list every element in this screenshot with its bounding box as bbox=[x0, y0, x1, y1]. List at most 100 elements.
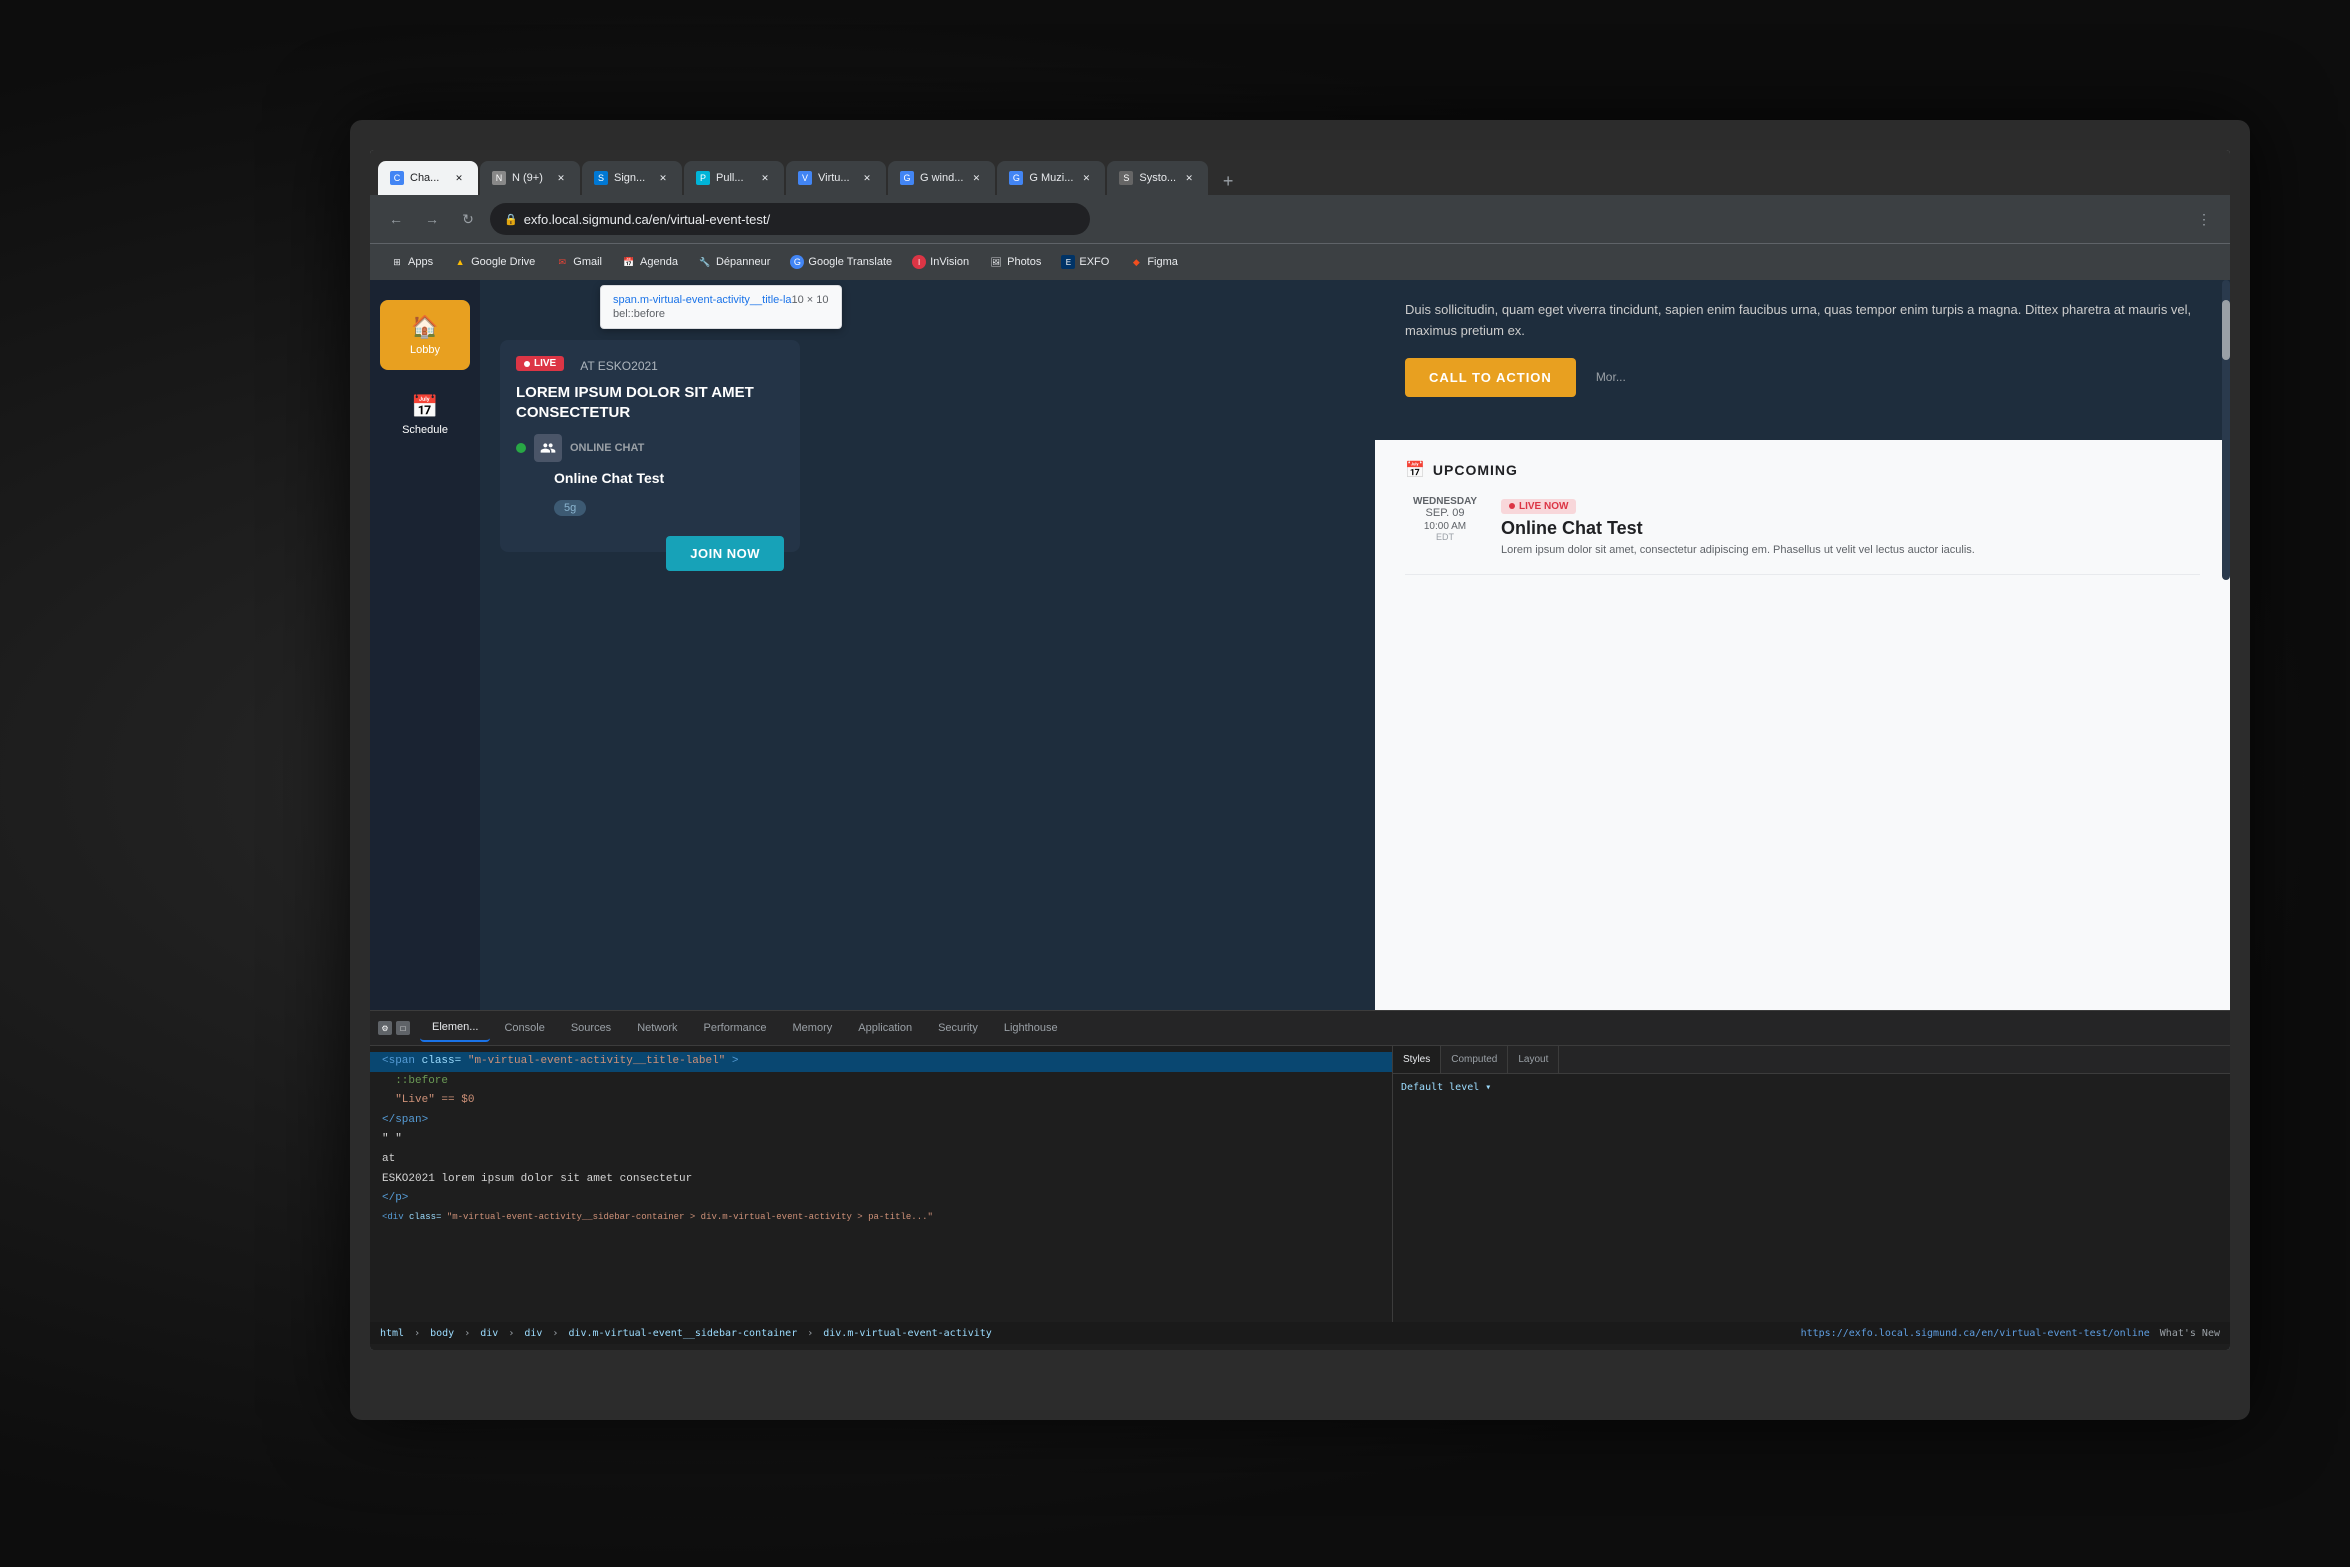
monitor-frame: C Cha... ✕ N N (9+) ✕ S Sign... ✕ P Pull… bbox=[350, 120, 2250, 1420]
tab-gwind[interactable]: G G wind... ✕ bbox=[888, 161, 995, 195]
sidebar-item-schedule[interactable]: 📅 Schedule bbox=[380, 380, 470, 450]
devtools-tab-application[interactable]: Application bbox=[846, 1014, 924, 1042]
devtools-whatsnew[interactable]: What's New bbox=[2160, 1328, 2220, 1339]
devtools-tab-elements[interactable]: Elemen... bbox=[420, 1014, 490, 1042]
bookmark-label-agenda: Agenda bbox=[640, 256, 678, 268]
devtools-tab-performance[interactable]: Performance bbox=[692, 1014, 779, 1042]
tab-favicon-sign: S bbox=[594, 171, 608, 185]
devtools-sec-tab-computed[interactable]: Computed bbox=[1441, 1046, 1508, 1073]
tab-close-systo[interactable]: ✕ bbox=[1182, 171, 1196, 185]
html-line-esko: ESKO2021 lorem ipsum dolor sit amet cons… bbox=[370, 1170, 1392, 1190]
devtools-sec-tab-styles[interactable]: Styles bbox=[1393, 1046, 1441, 1073]
scroll-indicator[interactable] bbox=[2222, 280, 2230, 580]
bookmark-googletranslate[interactable]: G Google Translate bbox=[782, 250, 900, 274]
bookmark-label-photos: Photos bbox=[1007, 256, 1041, 268]
bookmark-depanneur[interactable]: 🔧 Dépanneur bbox=[690, 250, 778, 274]
devtools-icon2: □ bbox=[396, 1021, 410, 1035]
tab-gmuzi[interactable]: G G Muzi... ✕ bbox=[997, 161, 1105, 195]
devtools-html-panel: <span class= "m-virtual-event-activity__… bbox=[370, 1046, 1393, 1322]
tab-systo[interactable]: S Systo... ✕ bbox=[1107, 161, 1208, 195]
event-details: LIVE NOW Online Chat Test Lorem ipsum do… bbox=[1501, 496, 1975, 558]
html-line-live: "Live" == $0 bbox=[370, 1091, 1392, 1111]
calendar-icon: 📅 bbox=[1405, 460, 1425, 480]
event-edt: EDT bbox=[1405, 532, 1485, 542]
tab-virtu[interactable]: V Virtu... ✕ bbox=[786, 161, 886, 195]
tab-close-pull[interactable]: ✕ bbox=[758, 171, 772, 185]
upcoming-title: UPCOMING bbox=[1433, 462, 1518, 478]
new-tab-button[interactable]: + bbox=[1214, 167, 1242, 195]
bookmark-label-googletranslate: Google Translate bbox=[808, 256, 892, 268]
bookmark-googledrive[interactable]: ▲ Google Drive bbox=[445, 250, 543, 274]
tab-bar: C Cha... ✕ N N (9+) ✕ S Sign... ✕ P Pull… bbox=[370, 150, 2230, 195]
bookmark-agenda[interactable]: 📅 Agenda bbox=[614, 250, 686, 274]
bookmark-favicon-figma: ◆ bbox=[1129, 255, 1143, 269]
devtools-tab-sources[interactable]: Sources bbox=[559, 1014, 623, 1042]
tab-label-gwind: G wind... bbox=[920, 172, 963, 184]
activity-title: LOREM IPSUM DOLOR SIT AMET CONSECTETUR bbox=[516, 383, 784, 422]
breadcrumb-sep1: › bbox=[414, 1328, 420, 1339]
address-bar[interactable]: 🔒 exfo.local.sigmund.ca/en/virtual-event… bbox=[490, 203, 1090, 235]
sidebar-label-schedule: Schedule bbox=[402, 424, 448, 436]
devtools-styles-panel: Styles Computed Layout Default level ▾ bbox=[1393, 1046, 2230, 1322]
live-badge: LIVE bbox=[516, 356, 564, 371]
bookmark-favicon-depanneur: 🔧 bbox=[698, 255, 712, 269]
bookmark-favicon-apps: ⊞ bbox=[390, 255, 404, 269]
scroll-thumb[interactable] bbox=[2222, 300, 2230, 360]
event-day-label: WEDNESDAY bbox=[1405, 496, 1485, 507]
cta-button[interactable]: CALL TO ACTION bbox=[1405, 358, 1576, 397]
breadcrumb-div4: div.m-virtual-event-activity bbox=[823, 1328, 992, 1339]
devtools-tab-memory[interactable]: Memory bbox=[781, 1014, 845, 1042]
bookmark-exfo[interactable]: E EXFO bbox=[1053, 250, 1117, 274]
tab-label-chan: Cha... bbox=[410, 172, 439, 184]
join-now-button[interactable]: JOIN NOW bbox=[666, 536, 784, 571]
devtools-tab-lighthouse[interactable]: Lighthouse bbox=[992, 1014, 1070, 1042]
devtools-sec-tab-layout[interactable]: Layout bbox=[1508, 1046, 1559, 1073]
devtools-right-content: Default level ▾ bbox=[1393, 1074, 2230, 1105]
chat-icon bbox=[534, 434, 562, 462]
back-button[interactable]: ← bbox=[382, 205, 410, 233]
live-now-dot bbox=[1509, 503, 1515, 509]
tab-close-gwind[interactable]: ✕ bbox=[969, 171, 983, 185]
tab-n[interactable]: N N (9+) ✕ bbox=[480, 161, 580, 195]
reload-button[interactable]: ↻ bbox=[454, 205, 482, 233]
bookmark-apps[interactable]: ⊞ Apps bbox=[382, 250, 441, 274]
devtools-tab-security[interactable]: Security bbox=[926, 1014, 990, 1042]
html-line-quote: " " bbox=[370, 1130, 1392, 1150]
tab-favicon-n: N bbox=[492, 171, 506, 185]
tab-close-chan[interactable]: ✕ bbox=[452, 171, 466, 185]
tab-pull[interactable]: P Pull... ✕ bbox=[684, 161, 784, 195]
bookmark-gmail[interactable]: ✉ Gmail bbox=[547, 250, 610, 274]
devtools-tab-network[interactable]: Network bbox=[625, 1014, 689, 1042]
tab-sign[interactable]: S Sign... ✕ bbox=[582, 161, 682, 195]
bookmark-favicon-invision: I bbox=[912, 255, 926, 269]
forward-button[interactable]: → bbox=[418, 205, 446, 233]
html-line-before: ::before bbox=[370, 1072, 1392, 1092]
home-icon: 🏠 bbox=[411, 314, 438, 340]
bookmark-favicon-googledrive: ▲ bbox=[453, 255, 467, 269]
tab-close-n[interactable]: ✕ bbox=[554, 171, 568, 185]
breadcrumb-body: body bbox=[430, 1328, 454, 1339]
bookmark-figma[interactable]: ◆ Figma bbox=[1121, 250, 1186, 274]
sidebar-label-lobby: Lobby bbox=[410, 344, 440, 356]
tab-close-gmuzi[interactable]: ✕ bbox=[1079, 171, 1093, 185]
more-link[interactable]: Mor... bbox=[1596, 370, 1626, 384]
bookmark-photos[interactable]: 🖼 Photos bbox=[981, 250, 1049, 274]
tooltip-pseudo: bel::before bbox=[613, 308, 829, 320]
address-bar-row: ← → ↻ 🔒 exfo.local.sigmund.ca/en/virtual… bbox=[370, 195, 2230, 243]
extensions-button[interactable]: ⋮ bbox=[2190, 205, 2218, 233]
devtools-tab-console[interactable]: Console bbox=[492, 1014, 556, 1042]
tab-close-sign[interactable]: ✕ bbox=[656, 171, 670, 185]
tab-close-virtu[interactable]: ✕ bbox=[860, 171, 874, 185]
tab-favicon-gwind: G bbox=[900, 171, 914, 185]
devtools-tooltip: span.m-virtual-event-activity__title-la … bbox=[600, 285, 842, 329]
sidebar-item-lobby[interactable]: 🏠 Lobby bbox=[380, 300, 470, 370]
online-chat-row: ONLINE CHAT bbox=[516, 434, 784, 462]
bookmark-favicon-agenda: 📅 bbox=[622, 255, 636, 269]
tab-label-sign: Sign... bbox=[614, 172, 645, 184]
upcoming-header: 📅 UPCOMING bbox=[1405, 460, 2200, 480]
tab-favicon-pull: P bbox=[696, 171, 710, 185]
browser-chrome: C Cha... ✕ N N (9+) ✕ S Sign... ✕ P Pull… bbox=[370, 150, 2230, 280]
bookmark-invision[interactable]: I InVision bbox=[904, 250, 977, 274]
devtools-sec-tabs: Styles Computed Layout bbox=[1393, 1046, 2230, 1074]
tab-chan[interactable]: C Cha... ✕ bbox=[378, 161, 478, 195]
